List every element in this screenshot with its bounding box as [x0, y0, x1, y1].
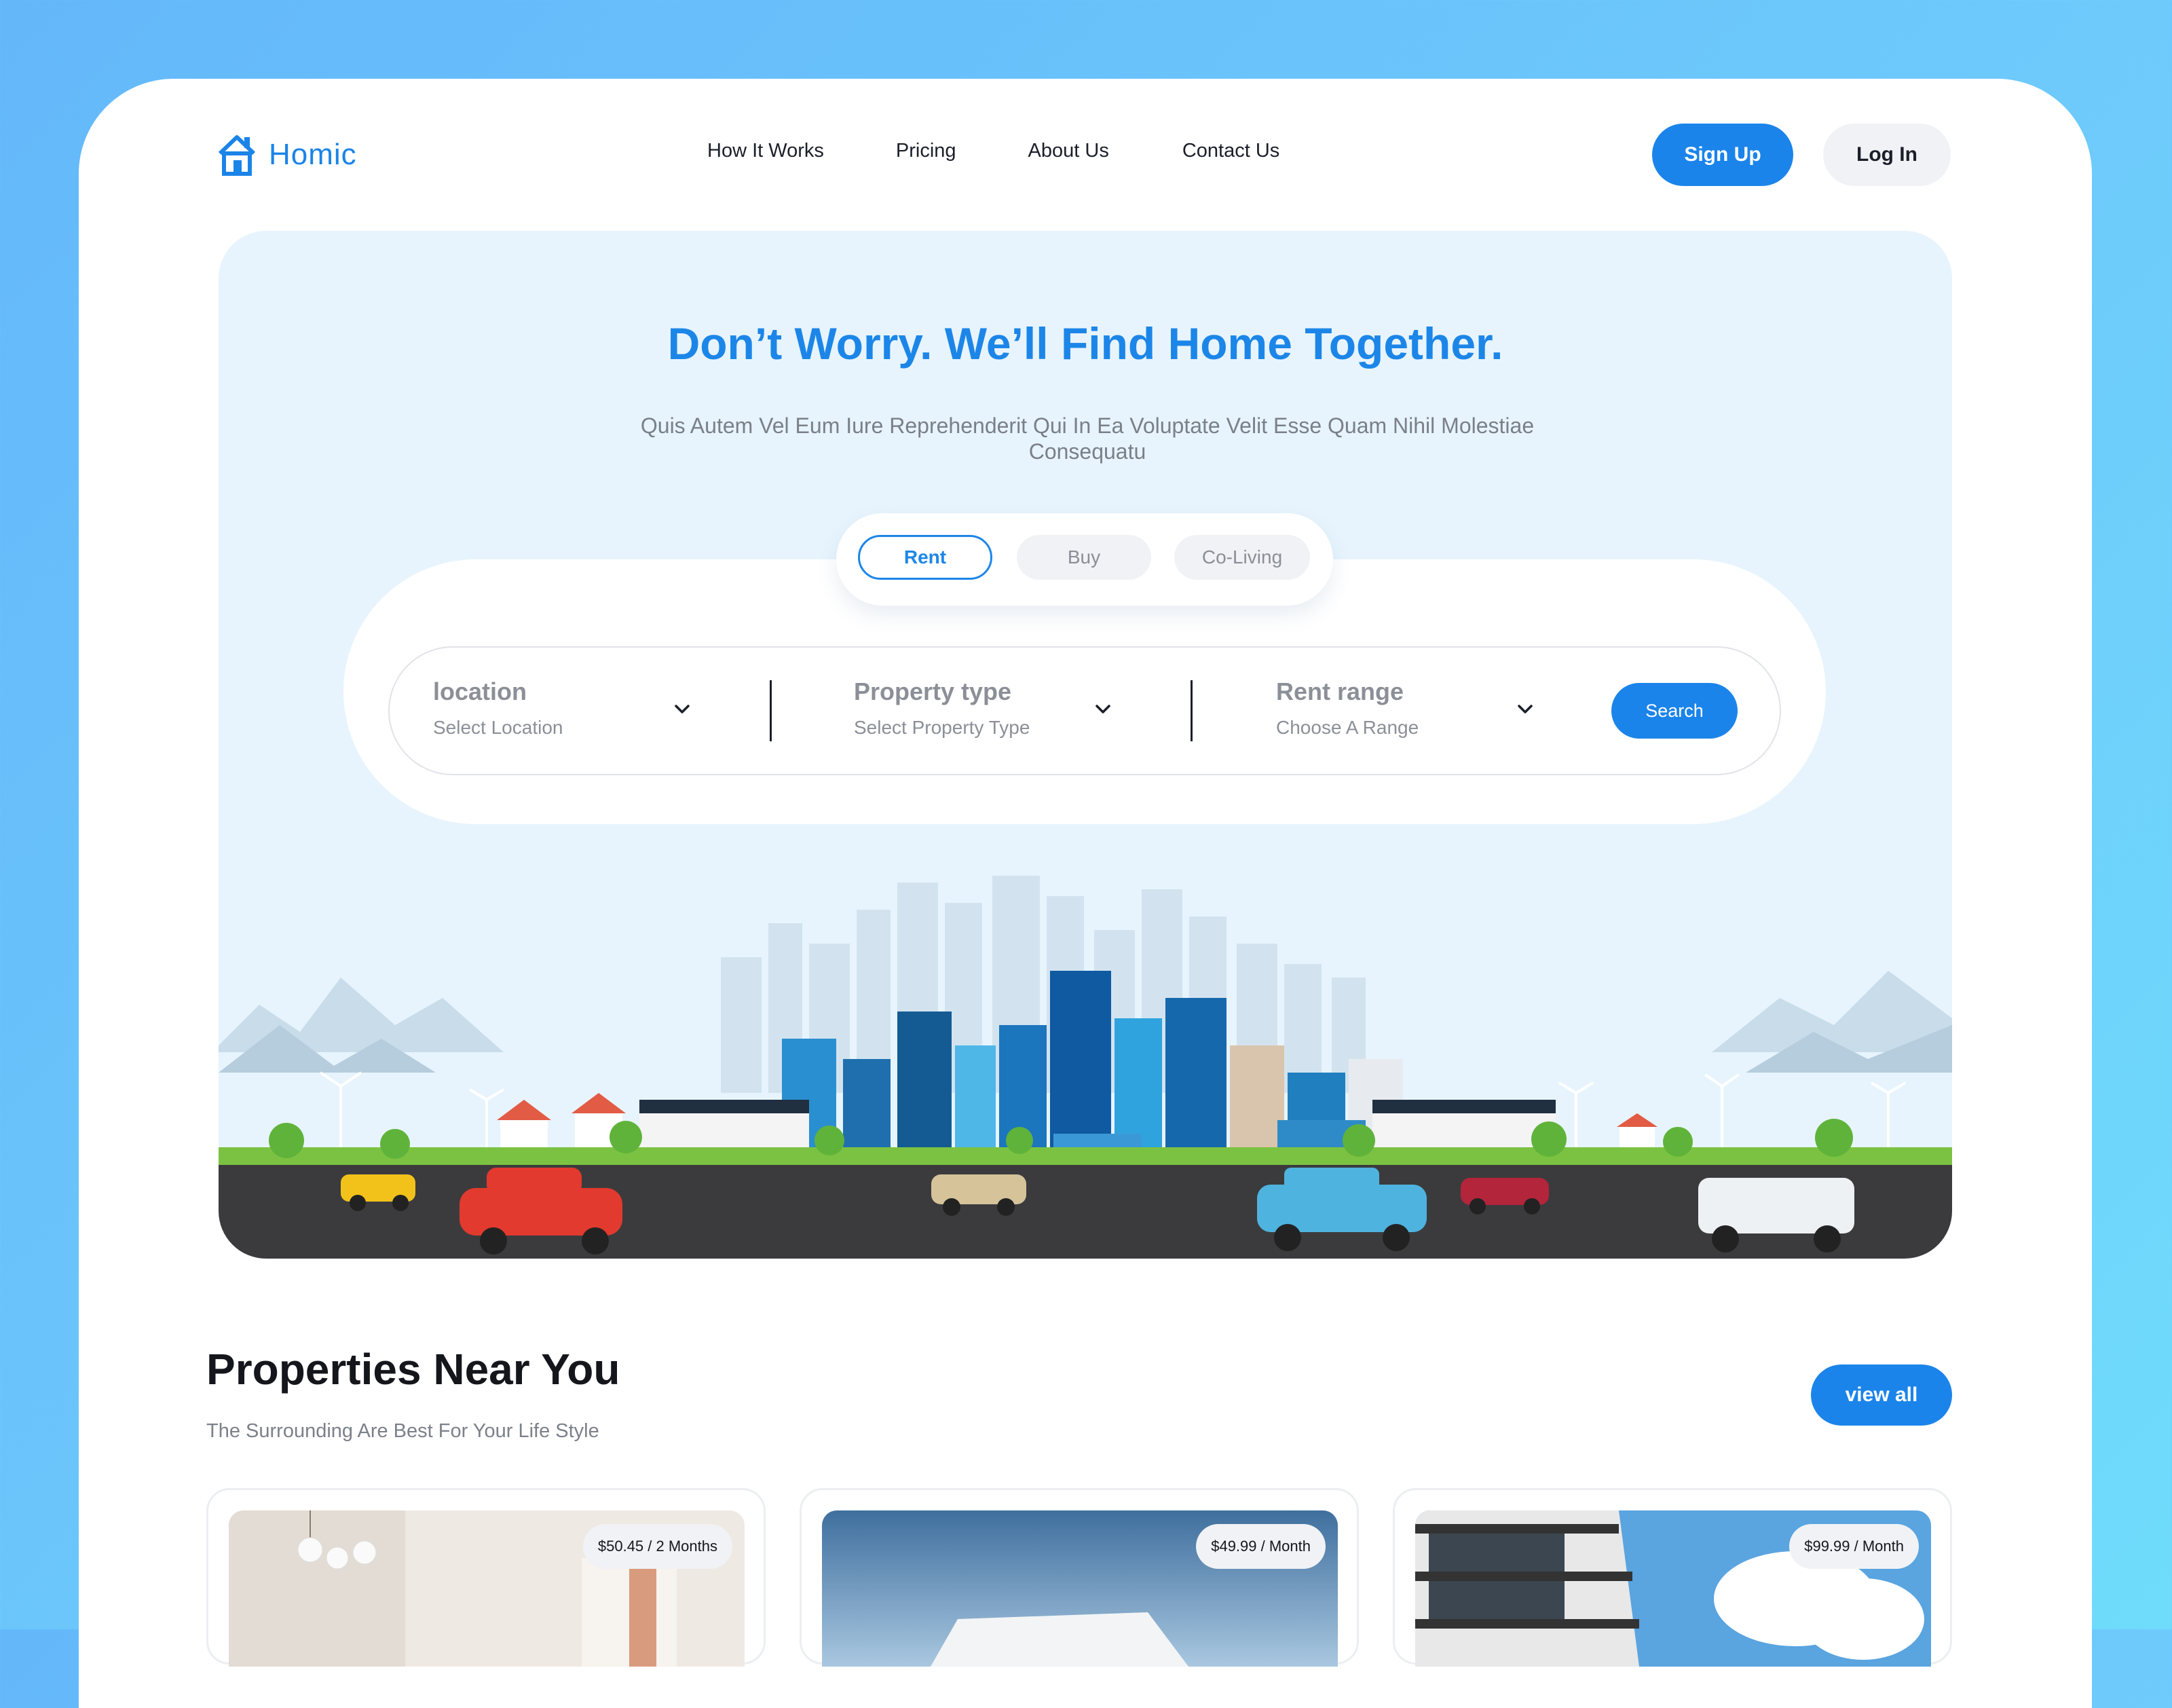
- nav-link-how-it-works[interactable]: How It Works: [707, 140, 824, 162]
- property-type-placeholder: Select Property Type: [854, 717, 1030, 738]
- property-card[interactable]: $99.99 / Month: [1393, 1488, 1952, 1667]
- tab-rent[interactable]: Rent: [858, 535, 992, 580]
- rent-range-select[interactable]: Rent range Choose A Range: [1276, 677, 1419, 739]
- tab-buy[interactable]: Buy: [1017, 535, 1151, 580]
- nav-link-contact-us[interactable]: Contact Us: [1182, 140, 1279, 162]
- location-placeholder: Select Location: [433, 717, 563, 738]
- brand-name: Homic: [269, 138, 357, 171]
- location-select[interactable]: location Select Location: [433, 677, 563, 739]
- property-type-label: Property type: [854, 677, 1012, 705]
- location-label: location: [433, 677, 527, 705]
- chevron-down-icon[interactable]: [1094, 703, 1112, 716]
- tab-co-living[interactable]: Co-Living: [1174, 535, 1310, 580]
- field-divider: [1191, 680, 1193, 741]
- search-button[interactable]: Search: [1611, 683, 1738, 739]
- rent-range-label: Rent range: [1276, 677, 1404, 705]
- hero-section: Don’t Worry. We’ll Find Home Together. Q…: [219, 231, 1952, 1259]
- view-all-button[interactable]: view all: [1811, 1364, 1952, 1426]
- city-illustration: [219, 876, 1952, 1259]
- property-type-select[interactable]: Property type Select Property Type: [854, 677, 1030, 739]
- signup-button[interactable]: Sign Up: [1652, 124, 1793, 186]
- section-title: Properties Near You: [206, 1345, 620, 1394]
- nav-link-pricing[interactable]: Pricing: [896, 140, 956, 162]
- search-bar: location Select Location Property type S…: [388, 646, 1781, 775]
- hero-title: Don’t Worry. We’ll Find Home Together.: [667, 318, 1503, 369]
- hero-subtitle: Quis Autem Vel Eum Iure Reprehenderit Qu…: [640, 413, 1535, 464]
- price-badge: $49.99 / Month: [1196, 1524, 1326, 1569]
- listing-type-tabs: Rent Buy Co-Living: [836, 513, 1333, 606]
- login-button[interactable]: Log In: [1823, 124, 1951, 186]
- price-badge: $99.99 / Month: [1789, 1524, 1919, 1569]
- price-badge: $50.45 / 2 Months: [582, 1524, 732, 1569]
- chevron-down-icon[interactable]: [673, 703, 691, 716]
- brand-logo[interactable]: Homic: [217, 133, 357, 177]
- property-card[interactable]: $49.99 / Month: [800, 1488, 1359, 1667]
- house-logo-icon: [218, 135, 256, 176]
- nav-link-about-us[interactable]: About Us: [1028, 140, 1109, 162]
- chevron-down-icon[interactable]: [1516, 703, 1534, 716]
- rent-range-placeholder: Choose A Range: [1276, 717, 1419, 738]
- field-divider: [770, 680, 772, 741]
- property-card[interactable]: $50.45 / 2 Months: [206, 1488, 766, 1667]
- section-subtitle: The Surrounding Are Best For Your Life S…: [206, 1420, 599, 1442]
- main-nav: How It Works Pricing About Us Contact Us: [707, 140, 1279, 162]
